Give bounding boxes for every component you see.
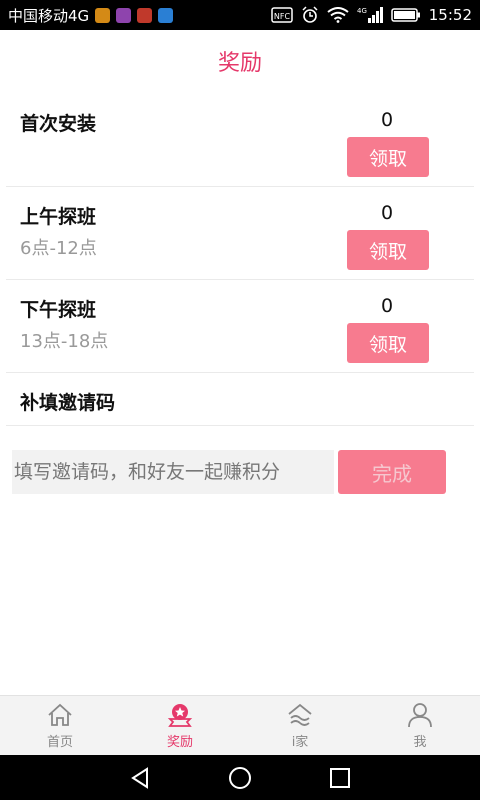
carrier-label: 中国移动4G xyxy=(8,6,90,25)
recents-icon[interactable] xyxy=(326,764,354,792)
home-circle-icon[interactable] xyxy=(226,764,254,792)
reward-row-afternoon-visit: 下午探班 13点-18点 0 领取 xyxy=(6,281,474,373)
ijia-icon xyxy=(288,703,312,726)
reward-name: 首次安装 xyxy=(20,113,97,135)
reward-name: 上午探班 xyxy=(20,206,97,228)
tab-profile[interactable]: 我 xyxy=(360,696,480,755)
notification-app-icon xyxy=(137,7,153,23)
reward-time-range: 6点-12点 xyxy=(20,238,97,259)
submit-invite-button[interactable]: 完成 xyxy=(338,450,446,494)
alarm-icon xyxy=(301,6,319,24)
invite-code-input[interactable] xyxy=(12,450,334,494)
invite-section-label: 补填邀请码 xyxy=(6,374,474,426)
tab-label: i家 xyxy=(291,735,309,750)
reward-icon xyxy=(167,704,193,727)
svg-text:4G: 4G xyxy=(357,7,367,15)
nfc-icon: NFC xyxy=(271,7,293,23)
profile-icon xyxy=(408,703,432,728)
status-bar: 中国移动4G NFC 4G 15:52 xyxy=(0,0,480,30)
svg-text:NFC: NFC xyxy=(274,12,291,21)
page-header: 奖励 xyxy=(0,30,480,92)
reward-count: 0 xyxy=(380,202,394,224)
claim-button[interactable]: 领取 xyxy=(347,323,429,363)
reward-count: 0 xyxy=(380,295,394,317)
tab-reward[interactable]: 奖励 xyxy=(120,696,240,755)
tab-label: 我 xyxy=(413,735,427,750)
invite-label: 补填邀请码 xyxy=(20,392,116,414)
battery-icon xyxy=(391,7,421,23)
clock-label: 15:52 xyxy=(428,6,472,24)
reward-row-first-install: 首次安装 0 领取 xyxy=(6,95,474,187)
reward-row-morning-visit: 上午探班 6点-12点 0 领取 xyxy=(6,188,474,280)
tab-label: 奖励 xyxy=(166,735,193,750)
system-nav-bar xyxy=(0,755,480,800)
tab-ijia[interactable]: i家 xyxy=(240,696,360,755)
wifi-icon xyxy=(327,7,349,23)
page-title: 奖励 xyxy=(217,51,262,76)
claim-button[interactable]: 领取 xyxy=(347,230,429,270)
reward-count: 0 xyxy=(380,109,394,131)
reward-name: 下午探班 xyxy=(20,299,97,321)
claim-button[interactable]: 领取 xyxy=(347,137,429,177)
tab-label: 首页 xyxy=(46,735,73,750)
notification-app-icon xyxy=(95,7,111,23)
back-icon[interactable] xyxy=(126,764,154,792)
notification-app-icon xyxy=(116,7,132,23)
reward-time-range: 13点-18点 xyxy=(20,331,109,352)
bottom-tab-bar: 首页 奖励 i家 我 xyxy=(0,695,480,755)
home-icon xyxy=(48,703,72,726)
notification-app-icon xyxy=(158,7,174,23)
tab-home[interactable]: 首页 xyxy=(0,696,120,755)
signal-icon: 4G xyxy=(357,6,383,24)
